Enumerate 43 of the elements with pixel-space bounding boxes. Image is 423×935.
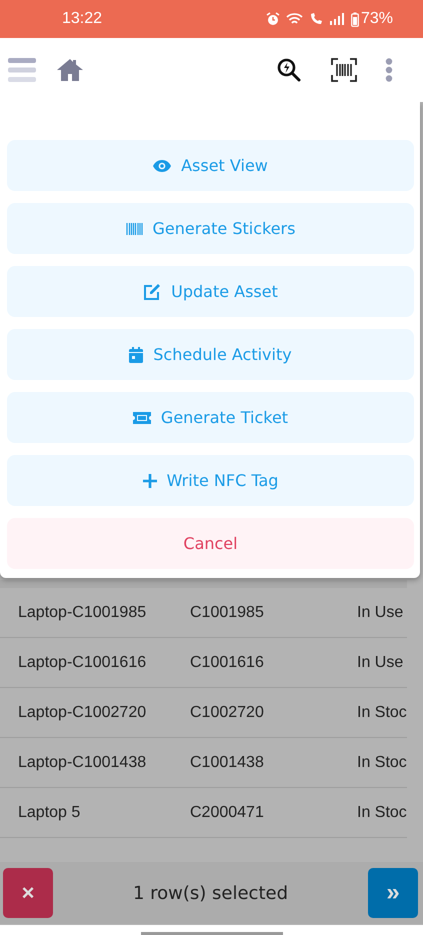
- call-icon: [308, 12, 323, 26]
- calendar-icon: [129, 346, 144, 362]
- table-cell-text: Laptop-C1002720: [17, 704, 148, 722]
- clear-selection-button[interactable]: ×: [3, 868, 53, 918]
- selection-count: 1 row(s) selected: [132, 882, 290, 904]
- table-cell: In Stoc: [357, 804, 407, 822]
- more-icon[interactable]: [385, 58, 393, 82]
- menu-icon[interactable]: [8, 57, 36, 83]
- table-cell-text: Laptop-C1001438: [17, 754, 148, 772]
- barcode-scan-icon[interactable]: [331, 58, 357, 82]
- table-cell-text: C1001438: [190, 754, 265, 772]
- next-button[interactable]: »: [368, 868, 418, 918]
- table-cell: In Stoc: [357, 704, 407, 722]
- battery-level: 73%: [360, 10, 393, 28]
- table-cell-text: C1001985: [190, 604, 265, 622]
- barcode-icon: [126, 222, 143, 234]
- ticket-icon: [132, 412, 151, 424]
- table-cell-text: Laptop-C1001616: [17, 654, 148, 672]
- table-cell: In Stoc: [357, 754, 407, 772]
- action-button[interactable]: Write NFC Tag: [7, 455, 414, 506]
- plus-icon: [142, 474, 157, 488]
- table-cell-text: C2000471: [190, 804, 265, 822]
- edit-icon: [143, 282, 162, 300]
- table-cell: In Use: [357, 654, 404, 672]
- table-cell-text: C1001616: [190, 654, 265, 672]
- status-time: 13:22: [62, 10, 104, 28]
- home-icon[interactable]: [56, 58, 84, 82]
- eye-icon: [153, 160, 172, 172]
- action-button[interactable]: Generate Stickers: [7, 203, 414, 254]
- alarm-icon: [266, 12, 280, 26]
- cancel-button[interactable]: Cancel: [7, 518, 414, 569]
- table-cell-text: C1002720: [190, 704, 265, 722]
- action-button[interactable]: Generate Ticket: [7, 392, 414, 443]
- signal-icon: [328, 12, 345, 26]
- table-cell-text: Laptop-C1001985: [17, 604, 148, 622]
- action-button[interactable]: Schedule Activity: [7, 329, 414, 380]
- table-cell: In Use: [357, 604, 404, 622]
- wifi-icon: [286, 12, 303, 26]
- search-icon[interactable]: [277, 58, 301, 82]
- action-button[interactable]: Asset View: [7, 140, 414, 191]
- battery-icon: [350, 12, 359, 26]
- table-cell-text: Laptop 5: [17, 804, 82, 822]
- action-button[interactable]: Update Asset: [7, 266, 414, 317]
